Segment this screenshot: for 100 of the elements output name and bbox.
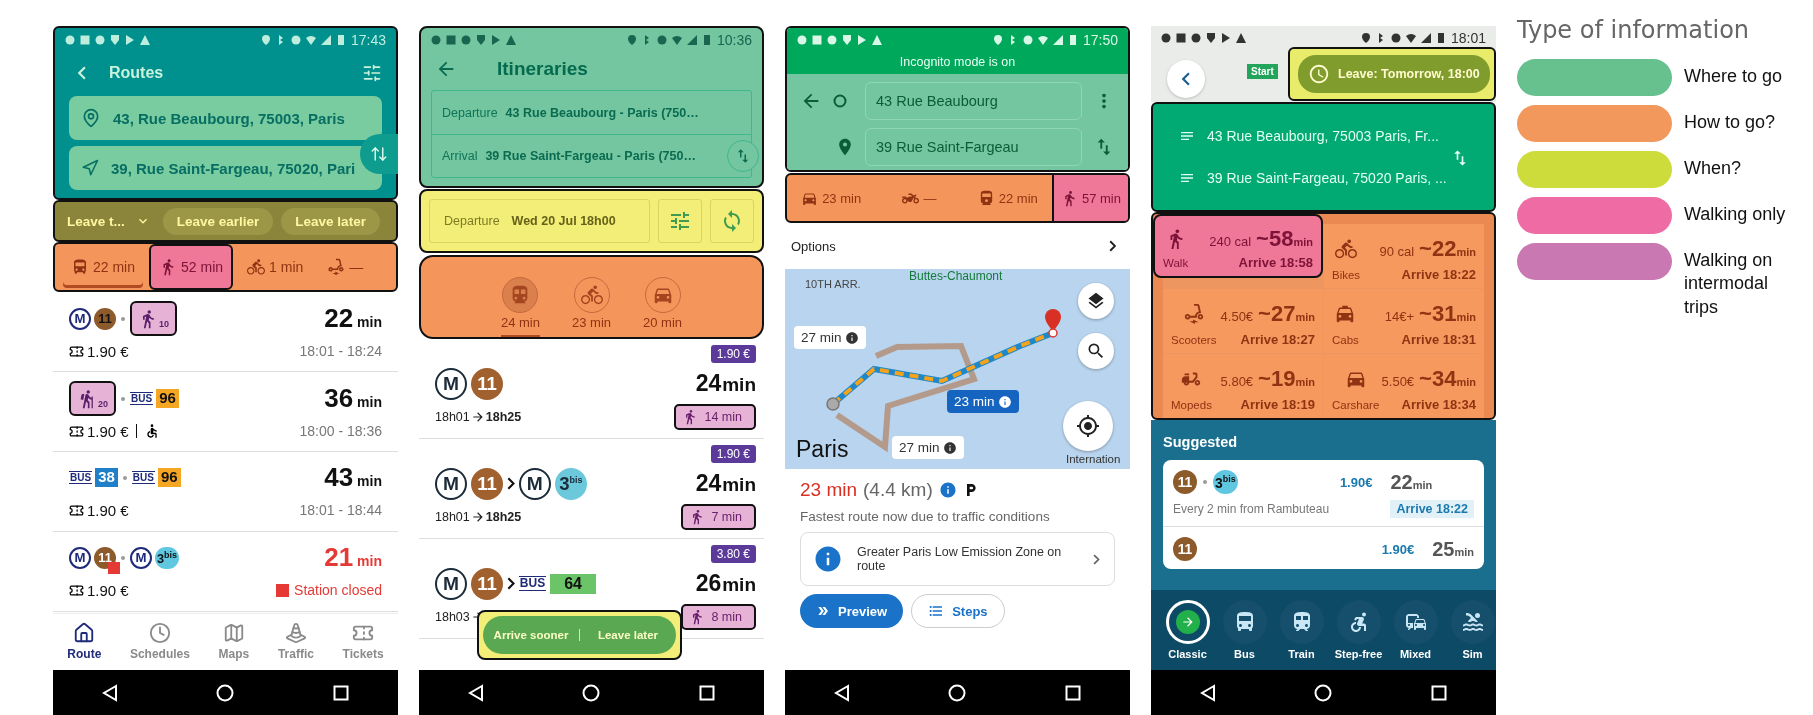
- tab[interactable]: Traffic: [277, 622, 314, 661]
- recents-icon[interactable]: [1064, 684, 1081, 701]
- itinerary-row[interactable]: 1.90 € M 11 M 3$^{bis}$ 24min 18h01 18h25 7 min: [419, 439, 764, 539]
- layers-button[interactable]: [1078, 283, 1114, 319]
- locate-button[interactable]: [1063, 401, 1113, 451]
- mode-option[interactable]: 5.50€ ~34min Carshare Arrive 18:34: [1324, 354, 1484, 418]
- route-summary: Fastest route now due to traffic conditions: [800, 509, 1051, 524]
- departure-field[interactable]: Departure Wed 20 Jul 18h00: [429, 199, 650, 243]
- separator-dot: [121, 316, 125, 321]
- info-icon: [942, 440, 957, 455]
- mode-option[interactable]: 4.50€ ~27min Scooters Arrive 18:27: [1163, 289, 1323, 353]
- mode-option[interactable]: 14€+ ~31min Cabs Arrive 18:31: [1324, 289, 1484, 353]
- duration: 36 min: [324, 383, 382, 415]
- line-badge: 11: [1173, 537, 1197, 561]
- mode-name: Cabs: [1332, 333, 1359, 346]
- mode-duration: ~19min: [1258, 365, 1315, 392]
- price: 1.90 €: [87, 422, 129, 440]
- tab[interactable]: Route: [67, 622, 102, 661]
- flag-icon: [81, 159, 99, 177]
- filter-icon[interactable]: [362, 63, 382, 83]
- suggestion-row[interactable]: 11 3$^{bis}$ 1.90€ 22min Every 2 min from Rambuteau Arrive 18:22: [1163, 460, 1484, 526]
- mode-tab[interactable]: 1 min: [237, 244, 314, 290]
- wifi-icon: [1405, 33, 1416, 43]
- destination-field[interactable]: 39 Rue Saint-Fargeau, 75020 Paris, ...: [1207, 170, 1447, 186]
- mode-option[interactable]: 5.80€ ~19min Mopeds Arrive 18:19: [1163, 354, 1323, 418]
- home-icon[interactable]: [216, 683, 235, 702]
- preview-button[interactable]: Preview: [800, 594, 904, 628]
- mode-tab[interactable]: 22 min: [61, 244, 146, 290]
- battery-icon: [1435, 33, 1446, 43]
- mode-tab[interactable]: —: [317, 244, 374, 290]
- options-row[interactable]: Options: [785, 223, 1130, 269]
- route-row[interactable]: M 11 10 22 min 1.90 € 18:01 - 18:24: [53, 292, 398, 372]
- time-shift-button[interactable]: Leave earlier: [162, 207, 274, 235]
- destination-field[interactable]: 39 Rue Saint-Fargeau: [865, 128, 1082, 166]
- price: 1.90€: [1339, 474, 1373, 490]
- route-row[interactable]: BUS 38 BUS 96 43 min 1.90 € 18:01 - 18:44: [53, 452, 398, 532]
- route-time-label[interactable]: 23 min: [947, 390, 1019, 413]
- swap-button[interactable]: [360, 134, 398, 174]
- list-icon: [928, 603, 945, 619]
- back-icon[interactable]: [834, 683, 851, 702]
- filter-button[interactable]: [658, 199, 702, 243]
- time-shift-button[interactable]: Arrive sooner: [483, 629, 579, 641]
- swap-button[interactable]: [727, 140, 759, 172]
- place-value[interactable]: 39 Rue Saint-Fargeau - Paris (750…: [485, 149, 696, 163]
- place-value[interactable]: 43 Rue Beaubourg - Paris (750…: [505, 105, 699, 120]
- ticket-icon: [69, 423, 84, 439]
- mode-tab[interactable]: —: [875, 175, 964, 221]
- origin-field[interactable]: 43 Rue Beaubourg: [865, 82, 1082, 120]
- route-time-label[interactable]: 27 min: [794, 326, 866, 349]
- leave-time-button[interactable]: Leave: Tomorrow, 18:00: [1298, 55, 1490, 93]
- tab[interactable]: Schedules: [129, 622, 190, 661]
- metro-badge: M: [435, 367, 467, 400]
- mode-duration: ~27min: [1258, 300, 1315, 327]
- back-button[interactable]: [1167, 60, 1205, 98]
- legend-label: Walking on intermodal trips: [1684, 249, 1774, 319]
- route-time-label[interactable]: 27 min: [892, 436, 964, 459]
- route-row[interactable]: M 11 M 3$^{bis}$ 21 min 1.90 € Station closed: [53, 532, 398, 612]
- mode-option[interactable]: 240 cal ~58min Walk Arrive 18:58: [1153, 214, 1323, 278]
- ticket-icon: [69, 582, 84, 598]
- mode-name: Mopeds: [1171, 398, 1212, 411]
- home-icon[interactable]: [582, 683, 601, 702]
- home-icon[interactable]: [1314, 683, 1333, 702]
- tab[interactable]: Maps: [218, 622, 250, 661]
- destination-field[interactable]: 39, Rue Saint-Fargeau, 75020, Pari: [69, 146, 382, 190]
- search-button[interactable]: [1078, 333, 1114, 369]
- time-shift-button[interactable]: Leave later: [579, 629, 676, 641]
- recents-icon[interactable]: [698, 684, 715, 701]
- recents-icon[interactable]: [1430, 684, 1447, 701]
- mode-tab[interactable]: 52 min: [149, 244, 234, 290]
- departure-time: 18h01: [435, 510, 470, 524]
- mode-tab[interactable]: 57 min: [1052, 175, 1128, 221]
- map-label: Paris: [796, 437, 849, 463]
- house-icon: [73, 622, 96, 644]
- back-icon[interactable]: [102, 683, 119, 702]
- tab[interactable]: Tickets: [342, 622, 384, 661]
- itinerary-row[interactable]: 1.90 € M 11 24min 18h01 18h25 14 min: [419, 339, 764, 439]
- back-icon[interactable]: [468, 683, 485, 702]
- time-shift-button[interactable]: Leave later: [281, 207, 380, 235]
- suggestion-row[interactable]: 11 1.90€ 25min: [1163, 526, 1484, 569]
- route-row[interactable]: 20 BUS 96 36 min 1.90 € 18:00 - 18:36: [53, 372, 398, 452]
- leave-dropdown[interactable]: Leave t...: [63, 213, 155, 229]
- steps-button[interactable]: Steps: [911, 594, 1005, 628]
- mode-cost: 5.80€: [1220, 373, 1254, 389]
- recents-icon[interactable]: [332, 684, 349, 701]
- back-icon[interactable]: [1200, 683, 1217, 702]
- origin-field[interactable]: 43 Rue Beaubourg, 75003 Paris, Fr...: [1207, 128, 1439, 144]
- mode-tab[interactable]: 22 min: [963, 175, 1052, 221]
- price: 1.90 €: [87, 342, 129, 360]
- origin-icon: [833, 94, 847, 108]
- mode-tab[interactable]: 23 min: [787, 175, 876, 221]
- arrow-icon: [470, 510, 485, 524]
- home-icon[interactable]: [948, 683, 967, 702]
- duration: 22min: [1390, 470, 1434, 494]
- origin-field[interactable]: 43, Rue Beaubourg, 75003, Paris: [69, 96, 382, 140]
- departure-time: 18h01: [435, 410, 470, 424]
- mode-option[interactable]: 90 cal ~22min Bikes Arrive 18:22: [1324, 224, 1484, 288]
- status-time: 18:01: [1450, 30, 1486, 46]
- notice-card[interactable]: Greater Paris Low Emission Zone on route: [800, 532, 1115, 586]
- field-value: Wed 20 Jul 18h00: [511, 214, 616, 228]
- refresh-button[interactable]: [710, 199, 754, 243]
